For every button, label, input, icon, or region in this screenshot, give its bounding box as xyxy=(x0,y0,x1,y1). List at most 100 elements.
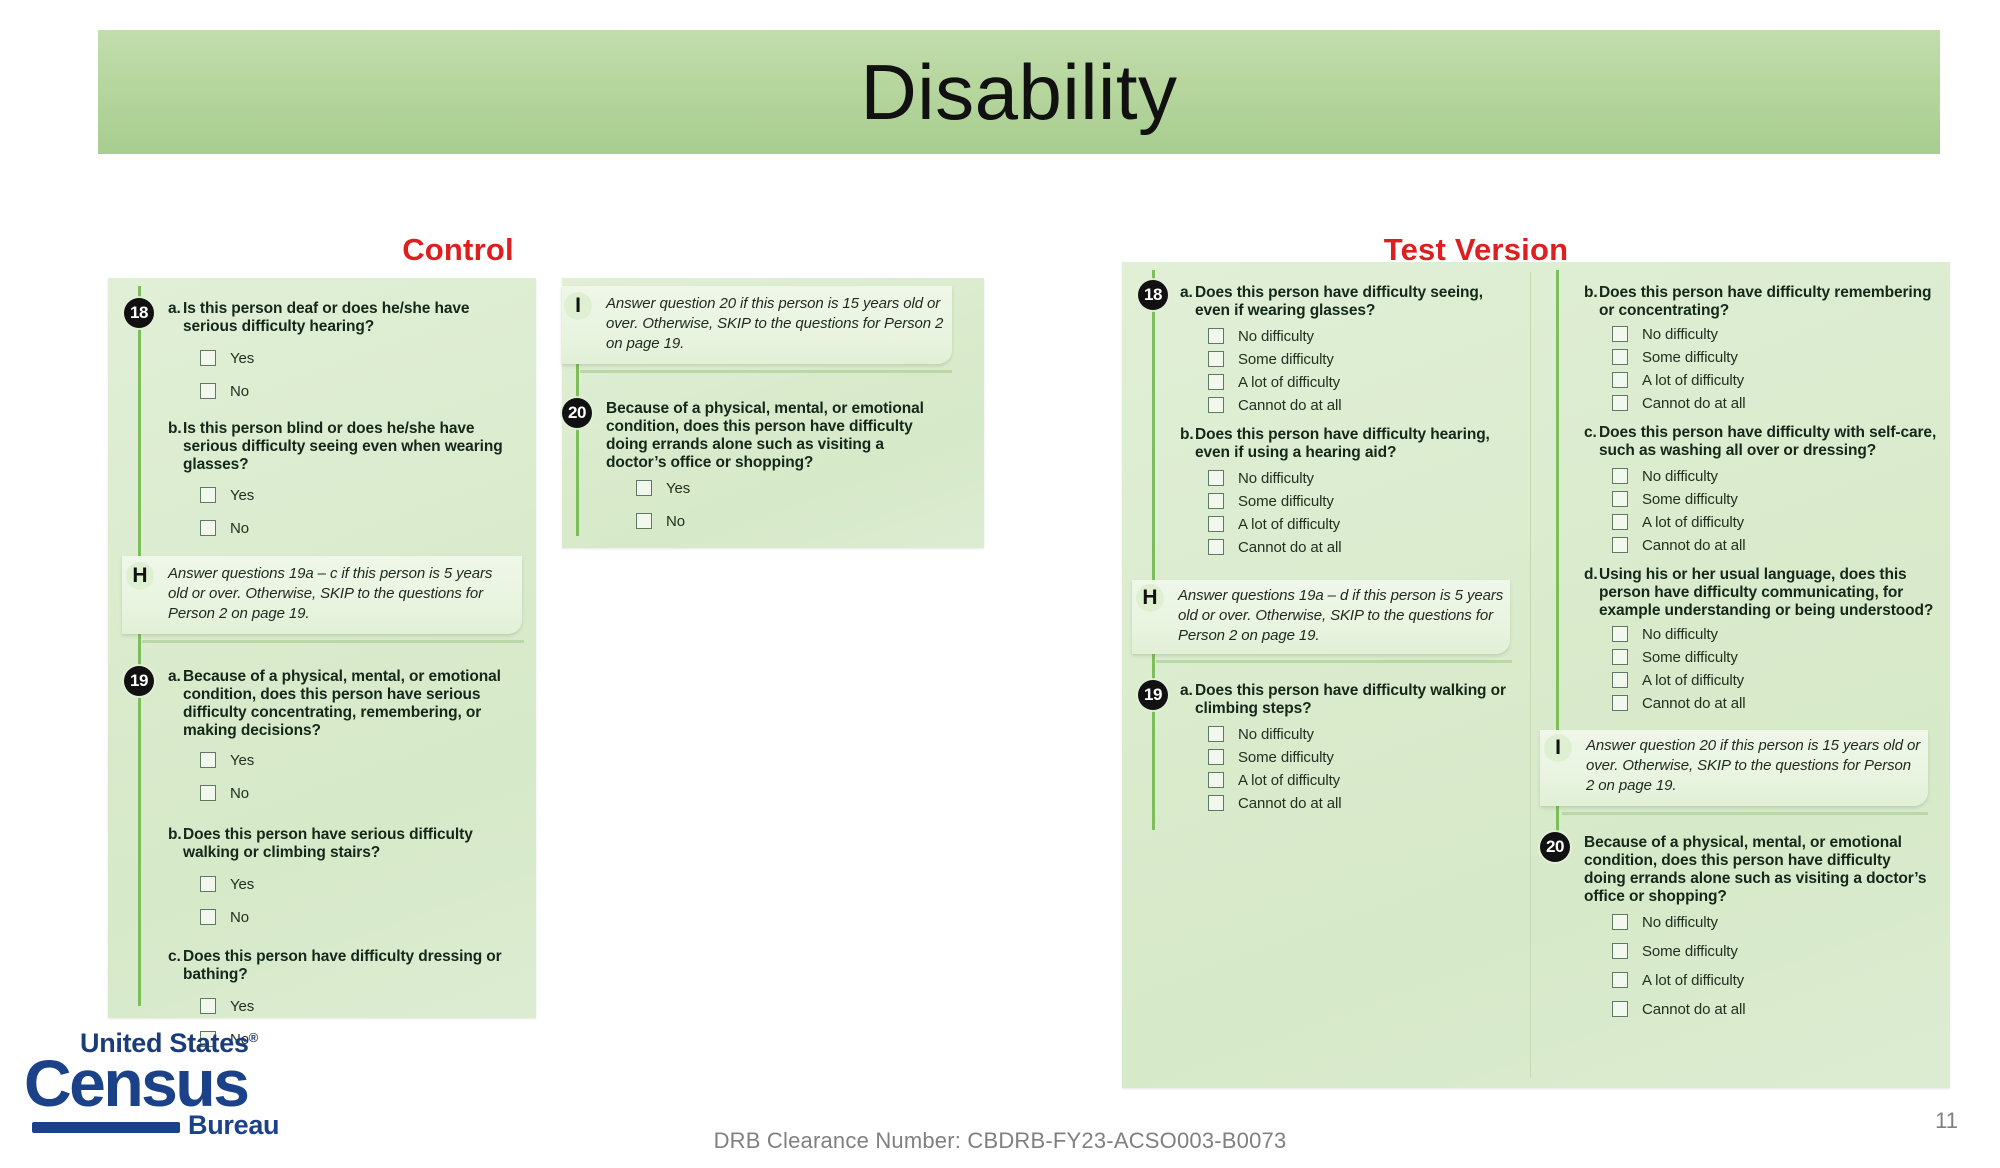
checkbox-icon[interactable] xyxy=(1208,493,1224,509)
control-q18a-option-no[interactable]: No xyxy=(200,381,249,401)
test-q19d-option-1[interactable]: No difficulty xyxy=(1612,624,1718,644)
test-note-i-marker: I xyxy=(1544,734,1572,762)
control-q19b-option-yes[interactable]: Yes xyxy=(200,874,254,894)
test-q19c-option-2[interactable]: Some difficulty xyxy=(1612,489,1738,509)
control-q19c-label: c. xyxy=(168,948,181,965)
checkbox-icon[interactable] xyxy=(1612,326,1628,342)
control-q20-text: Because of a physical, mental, or emotio… xyxy=(606,400,924,472)
checkbox-icon[interactable] xyxy=(200,350,216,366)
slide-title-banner: Disability xyxy=(98,30,1940,154)
control-q18b-option-yes[interactable]: Yes xyxy=(200,485,254,505)
control-q18b-option-no[interactable]: No xyxy=(200,518,249,538)
checkbox-icon[interactable] xyxy=(1612,372,1628,388)
test-q19c-option-4[interactable]: Cannot do at all xyxy=(1612,535,1746,555)
test-q19a-option-3[interactable]: A lot of difficulty xyxy=(1208,770,1340,790)
checkbox-icon[interactable] xyxy=(1612,349,1628,365)
control-section-header: Control xyxy=(402,232,514,267)
test-q19b-option-3[interactable]: A lot of difficulty xyxy=(1612,370,1744,390)
test-q19a-text: a. Does this person have difficulty walki… xyxy=(1180,682,1515,718)
test-q19d-question: Using his or her usual language, does th… xyxy=(1599,566,1934,620)
test-q19b-option-4[interactable]: Cannot do at all xyxy=(1612,393,1746,413)
test-q18a-label: a. xyxy=(1180,284,1193,301)
option-label: Some difficulty xyxy=(1642,942,1738,960)
checkbox-icon[interactable] xyxy=(1612,672,1628,688)
test-q19d-option-2[interactable]: Some difficulty xyxy=(1612,647,1738,667)
checkbox-icon[interactable] xyxy=(1612,649,1628,665)
test-q19d-option-3[interactable]: A lot of difficulty xyxy=(1612,670,1744,690)
test-q18a-option-3[interactable]: A lot of difficulty xyxy=(1208,372,1340,392)
test-q19b-option-1[interactable]: No difficulty xyxy=(1612,324,1718,344)
test-q20-option-1[interactable]: No difficulty xyxy=(1612,912,1718,932)
control-q19b-option-no[interactable]: No xyxy=(200,907,249,927)
checkbox-icon[interactable] xyxy=(1612,626,1628,642)
checkbox-icon[interactable] xyxy=(1612,695,1628,711)
control-q20-option-yes[interactable]: Yes xyxy=(636,478,690,498)
checkbox-icon[interactable] xyxy=(200,383,216,399)
checkbox-icon[interactable] xyxy=(200,752,216,768)
checkbox-icon[interactable] xyxy=(1208,516,1224,532)
checkbox-icon[interactable] xyxy=(1612,537,1628,553)
option-label: A lot of difficulty xyxy=(1238,515,1341,533)
checkbox-icon[interactable] xyxy=(200,785,216,801)
checkbox-icon[interactable] xyxy=(636,480,652,496)
test-q19a-option-2[interactable]: Some difficulty xyxy=(1208,747,1334,767)
control-q19a-option-no[interactable]: No xyxy=(200,783,249,803)
checkbox-icon[interactable] xyxy=(1208,749,1224,765)
checkbox-icon[interactable] xyxy=(1208,328,1224,344)
slide-page-number: 11 xyxy=(1935,1108,1958,1133)
test-q18b-option-3[interactable]: A lot of difficulty xyxy=(1208,514,1340,534)
control-note-h-text: Answer questions 19a – c if this person … xyxy=(168,565,493,622)
checkbox-icon[interactable] xyxy=(200,487,216,503)
option-label: Cannot do at all xyxy=(1642,694,1746,712)
checkbox-icon[interactable] xyxy=(1208,351,1224,367)
test-q19c-option-3[interactable]: A lot of difficulty xyxy=(1612,512,1744,532)
checkbox-icon[interactable] xyxy=(1208,374,1224,390)
option-label: A lot of difficulty xyxy=(1642,671,1745,689)
checkbox-icon[interactable] xyxy=(1208,539,1224,555)
test-q18a-option-4[interactable]: Cannot do at all xyxy=(1208,395,1342,415)
control-q18a-option-yes[interactable]: Yes xyxy=(200,348,254,368)
checkbox-icon[interactable] xyxy=(1612,1001,1628,1017)
checkbox-icon[interactable] xyxy=(200,909,216,925)
test-q20-option-3[interactable]: A lot of difficulty xyxy=(1612,970,1744,990)
checkbox-icon[interactable] xyxy=(1208,772,1224,788)
test-q18a-option-1[interactable]: No difficulty xyxy=(1208,326,1314,346)
checkbox-icon[interactable] xyxy=(1612,914,1628,930)
test-q19c-question: Does this person have difficulty with se… xyxy=(1599,424,1937,460)
test-q20-option-2[interactable]: Some difficulty xyxy=(1612,941,1738,961)
option-label: Some difficulty xyxy=(1642,490,1738,508)
option-label: A lot of difficulty xyxy=(1238,771,1341,789)
checkbox-icon[interactable] xyxy=(636,513,652,529)
control-q19a-option-yes[interactable]: Yes xyxy=(200,750,254,770)
test-q18b-option-2[interactable]: Some difficulty xyxy=(1208,491,1334,511)
checkbox-icon[interactable] xyxy=(1612,943,1628,959)
test-q19a-option-1[interactable]: No difficulty xyxy=(1208,724,1314,744)
checkbox-icon[interactable] xyxy=(200,520,216,536)
test-q18a-option-2[interactable]: Some difficulty xyxy=(1208,349,1334,369)
test-q19b-option-2[interactable]: Some difficulty xyxy=(1612,347,1738,367)
control-q18b-label: b. xyxy=(168,420,182,437)
checkbox-icon[interactable] xyxy=(1612,468,1628,484)
test-separator-1 xyxy=(1156,660,1512,663)
checkbox-icon[interactable] xyxy=(1208,397,1224,413)
checkbox-icon[interactable] xyxy=(200,998,216,1014)
checkbox-icon[interactable] xyxy=(1612,514,1628,530)
test-q18b-option-4[interactable]: Cannot do at all xyxy=(1208,537,1342,557)
control-q20-option-no[interactable]: No xyxy=(636,511,685,531)
control-q19b-question: Does this person have serious difficulty… xyxy=(183,826,473,862)
checkbox-icon[interactable] xyxy=(1612,491,1628,507)
checkbox-icon[interactable] xyxy=(200,876,216,892)
checkbox-icon[interactable] xyxy=(1208,795,1224,811)
test-q18b-option-1[interactable]: No difficulty xyxy=(1208,468,1314,488)
control-note-i-text: Answer question 20 if this person is 15 … xyxy=(606,295,944,352)
option-label: Cannot do at all xyxy=(1642,536,1746,554)
test-q19d-option-4[interactable]: Cannot do at all xyxy=(1612,693,1746,713)
test-q20-option-4[interactable]: Cannot do at all xyxy=(1612,999,1746,1019)
checkbox-icon[interactable] xyxy=(1612,395,1628,411)
checkbox-icon[interactable] xyxy=(1612,972,1628,988)
checkbox-icon[interactable] xyxy=(1208,726,1224,742)
control-q19c-option-yes[interactable]: Yes xyxy=(200,996,254,1016)
checkbox-icon[interactable] xyxy=(1208,470,1224,486)
test-q19a-option-4[interactable]: Cannot do at all xyxy=(1208,793,1342,813)
test-q19c-option-1[interactable]: No difficulty xyxy=(1612,466,1718,486)
